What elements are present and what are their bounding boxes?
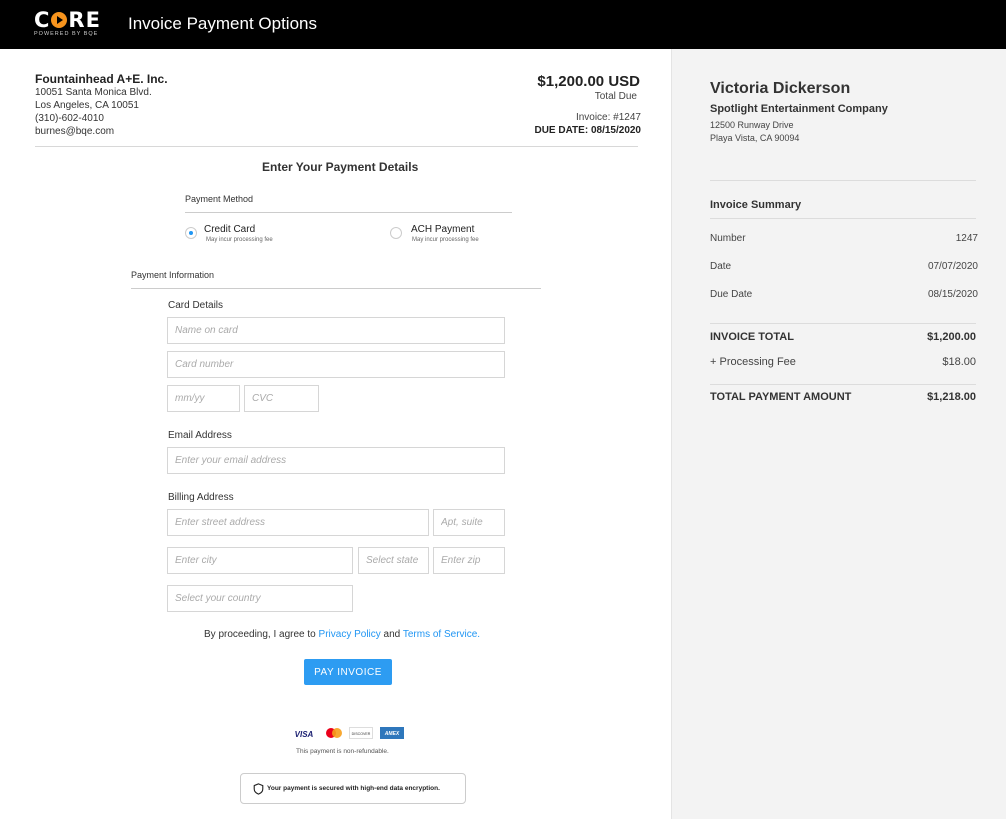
invoice-side-panel: [671, 49, 1006, 819]
credit-card-fee-note: May incur processing fee: [206, 237, 273, 243]
logo-play-icon: [51, 12, 68, 28]
invoice-due-date: DUE DATE: 08/15/2020: [534, 125, 641, 136]
card-expiry-input[interactable]: [167, 385, 240, 412]
payment-method-label: Payment Method: [185, 194, 254, 204]
ach-payment-fee-note: May incur processing fee: [412, 237, 479, 243]
total-payment-label: TOTAL PAYMENT AMOUNT: [710, 391, 852, 403]
agreement-text: By proceeding, I agree to Privacy Policy…: [204, 629, 480, 640]
invoice-summary-heading: Invoice Summary: [710, 199, 802, 211]
page-title: Invoice Payment Options: [128, 14, 317, 33]
agreement-and: and: [380, 629, 403, 640]
card-details-label: Card Details: [168, 300, 224, 311]
card-number-input[interactable]: [167, 351, 505, 378]
processing-fee-label: + Processing Fee: [710, 356, 796, 368]
city-input[interactable]: [167, 547, 353, 574]
payment-information-divider: [131, 288, 541, 289]
agreement-prefix: By proceeding, I agree to: [204, 629, 319, 640]
email-input[interactable]: [167, 447, 505, 474]
svg-text:AMEX: AMEX: [384, 731, 400, 737]
client-name: Victoria Dickerson: [710, 80, 851, 97]
payment-method-divider: [185, 212, 512, 213]
summary-date-label: Date: [710, 261, 732, 272]
zip-input[interactable]: [433, 547, 505, 574]
summary-due-date-value: 08/15/2020: [927, 289, 978, 300]
vendor-phone: (310)-602-4010: [35, 113, 104, 124]
state-select[interactable]: [358, 547, 429, 574]
apt-suite-input[interactable]: [433, 509, 505, 536]
client-address-line2: Playa Vista, CA 90094: [710, 133, 800, 143]
svg-text:DISCOVER: DISCOVER: [352, 732, 371, 736]
non-refundable-note: This payment is non-refundable.: [296, 748, 389, 755]
vendor-address-line1: 10051 Santa Monica Blvd.: [35, 87, 152, 98]
summary-number-label: Number: [710, 233, 746, 244]
summary-rows-divider: [710, 323, 976, 324]
payment-information-label: Payment Information: [131, 270, 215, 280]
totals-divider: [710, 384, 976, 385]
invoice-amount: $1,200.00 USD: [537, 73, 640, 90]
ach-payment-label: ACH Payment: [411, 224, 475, 235]
invoice-number: Invoice: #1247: [575, 112, 641, 123]
total-due-label: Total Due: [594, 91, 637, 102]
terms-of-service-link[interactable]: Terms of Service.: [403, 629, 480, 640]
header-divider: [35, 146, 638, 147]
card-cvc-input[interactable]: [244, 385, 319, 412]
client-address-line1: 12500 Runway Drive: [710, 120, 794, 130]
mastercard-icon: [326, 728, 342, 738]
processing-fee-value: $18.00: [942, 356, 976, 368]
pay-invoice-button[interactable]: PAY INVOICE: [304, 659, 392, 685]
invoice-total-label: INVOICE TOTAL: [710, 331, 794, 343]
name-on-card-input[interactable]: [167, 317, 505, 344]
privacy-policy-link[interactable]: Privacy Policy: [319, 629, 381, 640]
summary-number-value: 1247: [955, 233, 978, 244]
vendor-email: burnes@bqe.com: [35, 126, 115, 137]
country-select[interactable]: [167, 585, 353, 612]
discover-icon: DISCOVER: [349, 727, 373, 739]
amex-icon: AMEX: [380, 727, 404, 739]
invoice-total-value: $1,200.00: [927, 331, 976, 343]
credit-card-radio[interactable]: [185, 227, 197, 239]
billing-address-label: Billing Address: [168, 492, 234, 503]
shield-icon: [253, 783, 264, 795]
security-notice-text: Your payment is secured with high-end da…: [267, 785, 440, 792]
total-payment-value: $1,218.00: [927, 391, 976, 403]
summary-date-value: 07/07/2020: [927, 261, 978, 272]
visa-icon: VISA: [295, 730, 314, 739]
credit-card-label: Credit Card: [204, 224, 256, 235]
logo-tagline: POWERED BY BQE: [34, 31, 99, 37]
client-company: Spotlight Entertainment Company: [710, 103, 888, 115]
svg-text:VISA: VISA: [295, 730, 314, 739]
summary-due-date-label: Due Date: [710, 289, 753, 300]
email-address-label: Email Address: [168, 430, 232, 441]
street-address-input[interactable]: [167, 509, 429, 536]
top-bar: C RE POWERED BY BQE Invoice Payment Optio…: [0, 0, 1006, 49]
ach-payment-radio[interactable]: [390, 227, 402, 239]
logo-letters-re: RE: [68, 8, 101, 32]
vendor-address-line2: Los Angeles, CA 10051: [35, 100, 139, 111]
vendor-name: Fountainhead A+E. Inc.: [35, 72, 168, 86]
core-logo[interactable]: C RE POWERED BY BQE: [34, 8, 100, 40]
client-divider: [710, 180, 976, 181]
security-notice: Your payment is secured with high-end da…: [240, 773, 466, 804]
payment-details-heading: Enter Your Payment Details: [262, 160, 419, 174]
logo-wordmark: C RE: [34, 8, 101, 32]
summary-heading-divider: [710, 218, 976, 219]
logo-letter-c: C: [34, 8, 51, 32]
